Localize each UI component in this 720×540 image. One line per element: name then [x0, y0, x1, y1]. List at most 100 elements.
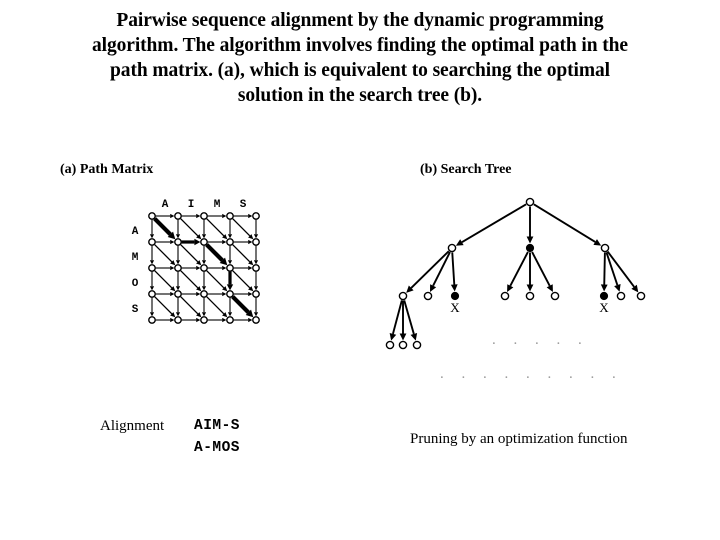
path-matrix-diagram: A I M S A M O S: [120, 190, 280, 330]
matrix-arrow-diagonal: [232, 244, 254, 266]
matrix-arrow-diagonal-shaft: [231, 295, 250, 314]
tree-edge-shaft: [509, 251, 529, 287]
alignment-label: Alignment: [100, 418, 165, 434]
matrix-node: [200, 264, 208, 272]
matrix-arrow-horizontal: [155, 213, 175, 219]
matrix-row-label: O: [132, 278, 139, 290]
matrix-arrow-horizontal-head: [196, 265, 201, 271]
matrix-arrow-horizontal: [233, 239, 253, 245]
matrix-arrow-diagonal-shaft: [180, 244, 199, 263]
tree-node: [525, 197, 535, 207]
tree-edge-head: [450, 284, 458, 292]
matrix-arrow-horizontal-head: [222, 317, 227, 323]
matrix-arrow-horizontal: [233, 291, 253, 297]
matrix-node: [148, 212, 156, 220]
tree-edge: [403, 300, 418, 341]
matrix-node: [226, 264, 234, 272]
matrix-arrow-horizontal: [155, 239, 175, 245]
matrix-arrow-vertical: [201, 245, 207, 265]
matrix-arrow-horizontal-head: [222, 213, 227, 219]
matrix-node: [252, 212, 260, 220]
tree-edge-shaft: [461, 203, 527, 243]
matrix-arrow-horizontal-head: [248, 265, 253, 271]
matrix-arrow-horizontal-head: [248, 291, 253, 297]
matrix-arrow-horizontal: [181, 238, 201, 246]
matrix-arrow-diagonal: [232, 218, 254, 240]
matrix-arrow-horizontal-head: [222, 291, 227, 297]
tree-node: [550, 291, 560, 301]
matrix-arrow-diagonal-shaft: [154, 244, 173, 263]
matrix-arrow-horizontal: [207, 291, 227, 297]
path-matrix-svg: A I M S A M O S: [132, 199, 260, 324]
matrix-arrow-vertical: [253, 271, 259, 291]
matrix-arrow-vertical: [227, 245, 233, 265]
matrix-arrow-vertical: [253, 245, 259, 265]
tree-edge: [430, 251, 451, 292]
matrix-arrow-vertical: [175, 271, 181, 291]
matrix-arrow-horizontal: [181, 317, 201, 323]
panel-a-caption: (a) Path Matrix: [60, 162, 154, 177]
matrix-arrow-horizontal-head: [170, 265, 175, 271]
matrix-arrow-diagonal: [154, 296, 176, 318]
ellipsis-row-lower: . . . . . . . . .: [440, 366, 623, 382]
matrix-arrow-diagonal-shaft: [153, 217, 172, 236]
matrix-column-label: S: [240, 199, 247, 211]
tree-node: [423, 291, 433, 301]
matrix-arrow-horizontal-head: [170, 213, 175, 219]
matrix-node: [148, 264, 156, 272]
matrix-arrow-vertical: [175, 297, 181, 317]
matrix-arrow-vertical: [253, 219, 259, 239]
matrix-arrow-horizontal: [233, 265, 253, 271]
tree-node: [450, 291, 460, 301]
tree-edge-head: [410, 333, 418, 341]
matrix-arrow-horizontal-head: [248, 213, 253, 219]
matrix-arrow-diagonal-shaft: [154, 296, 173, 315]
matrix-arrow-horizontal: [155, 265, 175, 271]
ellipsis-row-upper: . . . . .: [492, 332, 589, 348]
figure-caption-line-1: Pairwise sequence alignment by the dynam…: [116, 10, 604, 31]
matrix-arrow-vertical-head: [175, 234, 181, 239]
matrix-arrow-horizontal: [155, 317, 175, 323]
matrix-node: [252, 238, 260, 246]
matrix-arrow-horizontal: [155, 291, 175, 297]
tree-node: [599, 291, 609, 301]
tree-node: [636, 291, 646, 301]
tree-edge-head: [526, 236, 534, 244]
tree-edge-head: [389, 333, 397, 341]
tree-edge-shaft: [603, 252, 606, 285]
matrix-arrow-horizontal-head: [170, 291, 175, 297]
matrix-arrow-vertical: [201, 271, 207, 291]
matrix-arrow-horizontal-head: [170, 239, 175, 245]
matrix-arrow-vertical: [175, 245, 181, 265]
matrix-arrow-diagonal: [205, 243, 228, 266]
figure-caption-line-2: algorithm. The algorithm involves findin…: [92, 35, 628, 56]
matrix-node: [174, 264, 182, 272]
tree-edge: [389, 300, 403, 341]
matrix-arrow-vertical-head: [253, 234, 259, 239]
matrix-row-label: A: [132, 226, 139, 238]
matrix-arrow-vertical: [149, 271, 155, 291]
matrix-node: [174, 238, 182, 246]
matrix-arrow-diagonal-shaft: [154, 270, 173, 289]
matrix-arrow-horizontal: [181, 265, 201, 271]
matrix-arrow-diagonal-shaft: [232, 244, 251, 263]
matrix-arrow-horizontal-head: [194, 238, 201, 246]
matrix-arrow-diagonal: [206, 296, 228, 318]
matrix-arrow-vertical-head: [253, 312, 259, 317]
search-tree-svg: XX: [385, 197, 646, 350]
matrix-arrow-vertical-head: [149, 286, 155, 291]
matrix-row-label: S: [132, 304, 139, 316]
matrix-arrow-horizontal: [181, 213, 201, 219]
tree-node: [398, 291, 408, 301]
tree-edge-shaft: [451, 252, 456, 285]
tree-node: [385, 340, 395, 350]
matrix-column-label: A: [162, 199, 169, 211]
matrix-arrow-diagonal-shaft: [180, 270, 199, 289]
matrix-arrow-vertical: [253, 297, 259, 317]
matrix-arrow-diagonal-shaft: [206, 218, 225, 237]
matrix-node: [148, 316, 156, 324]
matrix-arrow-diagonal: [180, 244, 202, 266]
figure-caption: Pairwise sequence alignment by the dynam…: [14, 8, 706, 108]
matrix-node: [174, 212, 182, 220]
tree-edge-shaft: [392, 300, 403, 335]
